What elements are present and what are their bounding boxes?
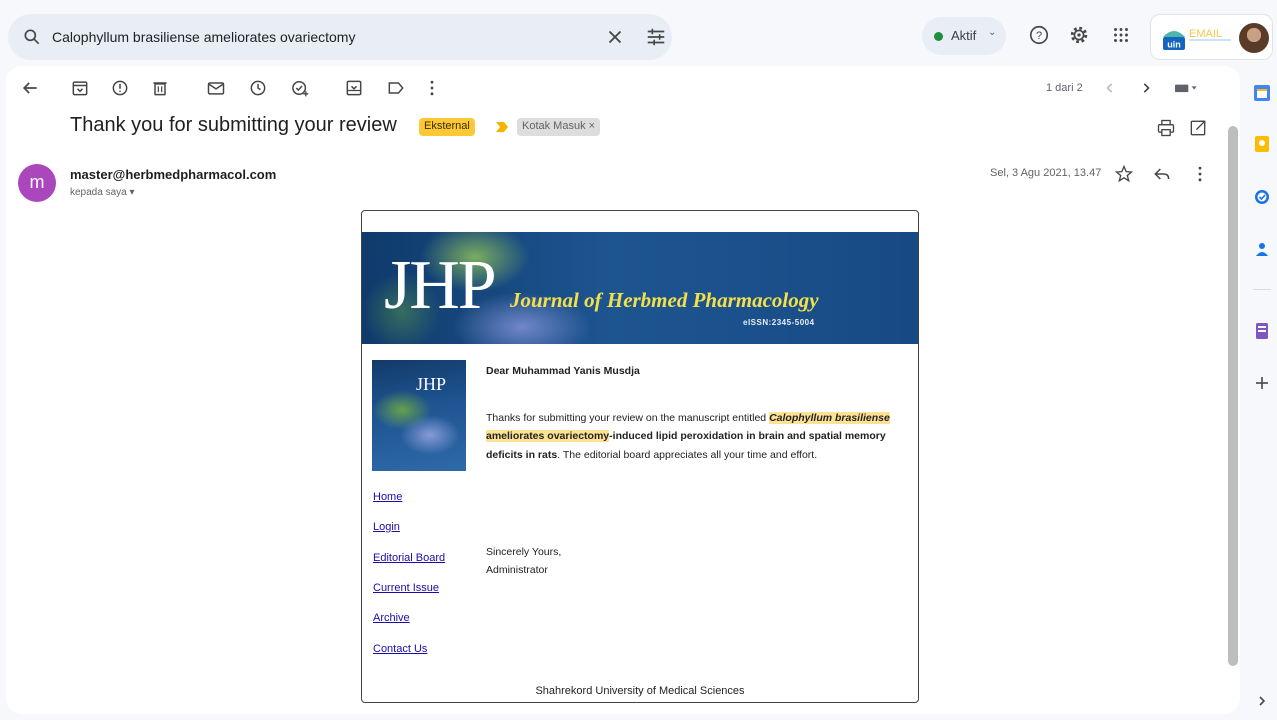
- delete-icon[interactable]: [150, 78, 170, 98]
- journal-name: Journal of Herbmed Pharmacology: [510, 288, 819, 312]
- para-end: . The editorial board appreciates all yo…: [557, 448, 818, 461]
- label-icon[interactable]: [386, 78, 406, 98]
- message-toolbar: 1 dari 2: [6, 66, 1240, 110]
- open-new-window-icon[interactable]: [1188, 118, 1208, 138]
- tasks-icon[interactable]: [1253, 188, 1271, 206]
- journal-cover-image: JHP: [372, 360, 466, 471]
- add-icon[interactable]: [1253, 374, 1271, 392]
- keyboard-icon[interactable]: [1170, 78, 1200, 98]
- para-intro: Thanks for submitting your review on the…: [486, 412, 770, 424]
- recipient-text: kepada saya: [70, 187, 127, 198]
- more-vert-icon[interactable]: [1190, 164, 1210, 184]
- nav-link-home[interactable]: Home: [373, 491, 402, 503]
- search-icon[interactable]: [22, 27, 42, 47]
- recipient-details[interactable]: kepada saya ▾: [70, 187, 135, 198]
- nav-link-login[interactable]: Login: [373, 521, 400, 533]
- help-icon[interactable]: ?: [1028, 24, 1050, 46]
- highlighted-title-part: ameliorates ovariectomy: [486, 430, 610, 443]
- cover-abbreviation: JHP: [416, 374, 447, 394]
- status-label: Aktif: [951, 28, 977, 43]
- nav-link-contact-us[interactable]: Contact Us: [373, 643, 427, 655]
- sender-email[interactable]: master@herbmedpharmacol.com: [70, 167, 276, 182]
- nav-link-archive[interactable]: Archive: [373, 612, 410, 624]
- chevron-down-icon: ▾: [129, 187, 135, 198]
- print-icon[interactable]: [1156, 118, 1176, 138]
- avatar[interactable]: [1239, 23, 1269, 53]
- calendar-icon[interactable]: [1253, 84, 1271, 102]
- close-icon[interactable]: [604, 26, 626, 48]
- sender-avatar: m: [18, 164, 56, 202]
- rail-divider: [1253, 289, 1271, 290]
- prev-icon[interactable]: [1100, 78, 1120, 98]
- contacts-icon[interactable]: [1253, 240, 1271, 258]
- status-dot: [934, 32, 943, 41]
- archive-icon[interactable]: [70, 78, 90, 98]
- organization-logo: uin EMAIL: [1163, 28, 1231, 50]
- apps-icon[interactable]: [1110, 24, 1132, 46]
- top-bar: Aktif ⌄ ? uin EMAIL: [0, 0, 1277, 70]
- status-dropdown[interactable]: Aktif ⌄: [922, 17, 1006, 55]
- star-icon[interactable]: [1114, 164, 1134, 184]
- mark-unread-icon[interactable]: [206, 78, 226, 98]
- chevron-down-icon: ⌄: [988, 27, 997, 38]
- label-inbox-text: Kotak Masuk: [522, 120, 586, 132]
- highlighted-title-part: Calophyllum brasiliense: [769, 412, 890, 424]
- search-input[interactable]: [52, 25, 572, 49]
- page-count: 1 dari 2: [1046, 82, 1083, 94]
- svg-text:EMAIL: EMAIL: [1189, 28, 1222, 40]
- signature: Sincerely Yours, Administrator: [486, 543, 904, 579]
- report-spam-icon[interactable]: [110, 78, 130, 98]
- add-task-icon[interactable]: [290, 78, 310, 98]
- email-footer: Shahrekord University of Medical Science…: [535, 685, 745, 697]
- importance-marker-icon[interactable]: [496, 122, 508, 132]
- tune-icon[interactable]: [644, 26, 668, 48]
- banner-abbreviation: JHP: [384, 247, 497, 324]
- close-icon[interactable]: ×: [589, 120, 595, 132]
- addon-icon[interactable]: [1253, 322, 1271, 340]
- search-bar[interactable]: [8, 14, 672, 60]
- move-to-icon[interactable]: [344, 78, 364, 98]
- message-paragraph: Thanks for submitting your review on the…: [486, 409, 904, 464]
- expand-icon[interactable]: [1253, 692, 1271, 710]
- scrollbar[interactable]: [1228, 126, 1238, 666]
- snooze-icon[interactable]: [248, 78, 268, 98]
- account-button[interactable]: uin EMAIL: [1150, 14, 1273, 60]
- message-panel: 1 dari 2 Thank you for submitting your r…: [6, 66, 1240, 714]
- next-icon[interactable]: [1136, 78, 1156, 98]
- more-vert-icon[interactable]: [422, 78, 442, 98]
- nav-link-current-issue[interactable]: Current Issue: [373, 582, 439, 594]
- label-inbox[interactable]: Kotak Masuk ×: [517, 118, 601, 136]
- email-date: Sel, 3 Agu 2021, 13.47: [990, 167, 1102, 179]
- nav-link-editorial-board[interactable]: Editorial Board: [373, 552, 445, 564]
- svg-text:uin: uin: [1167, 40, 1181, 50]
- label-external[interactable]: Eksternal: [419, 118, 475, 136]
- cover-decoration: [400, 415, 460, 455]
- greeting: Dear Muhammad Yanis Musdja: [486, 365, 640, 377]
- signature-name: Administrator: [486, 564, 548, 576]
- signature-line: Sincerely Yours,: [486, 546, 562, 558]
- reply-icon[interactable]: [1152, 164, 1172, 184]
- email-subject: Thank you for submitting your review: [70, 114, 397, 136]
- gear-icon[interactable]: [1068, 24, 1090, 46]
- keep-icon[interactable]: [1253, 135, 1271, 153]
- journal-banner: JHP Journal of Herbmed Pharmacology eISS…: [362, 232, 918, 344]
- journal-issn: eISSN:2345-5004: [743, 318, 815, 327]
- email-body: JHP Journal of Herbmed Pharmacology eISS…: [361, 210, 919, 703]
- svg-text:?: ?: [1036, 30, 1042, 42]
- back-icon[interactable]: [20, 78, 40, 98]
